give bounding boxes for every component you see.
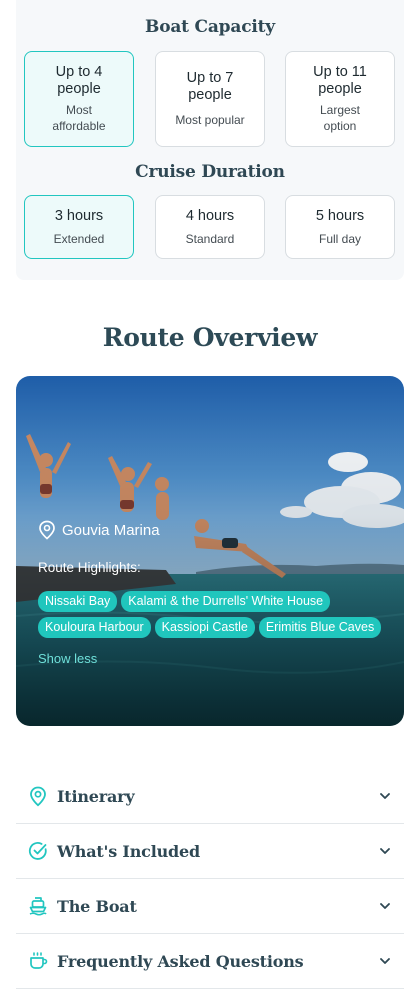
capacity-option-7[interactable]: Up to 7 people Most popular — [155, 51, 265, 147]
options-panel: Boat Capacity Up to 4 people Most afford… — [16, 0, 404, 280]
capacity-option-sub: Most affordable — [52, 103, 106, 133]
chevron-down-icon — [380, 958, 390, 964]
duration-option-main: 3 hours — [54, 207, 104, 224]
accordion-the-boat[interactable]: The Boat — [16, 879, 404, 934]
duration-option-sub: Full day — [318, 231, 362, 246]
highlight-chip: Kouloura Harbour — [38, 617, 151, 638]
capacity-option-main: Up to 7 people — [186, 70, 234, 103]
coffee-cup-icon — [27, 950, 49, 972]
duration-option-4h[interactable]: 4 hours Standard — [155, 195, 265, 259]
cruise-duration-title: Cruise Duration — [135, 162, 285, 182]
duration-option-main: 4 hours — [185, 207, 235, 224]
capacity-option-main: Up to 4 people — [55, 64, 103, 97]
show-less-link[interactable]: Show less — [38, 651, 97, 666]
map-pin-icon — [27, 785, 49, 807]
route-overlay: Gouvia Marina Route Highlights: Nissaki … — [38, 520, 388, 668]
check-circle-icon — [27, 840, 49, 862]
capacity-option-sub: Largest option — [319, 103, 361, 133]
duration-option-sub: Standard — [185, 231, 235, 246]
accordion-faq[interactable]: Frequently Asked Questions — [16, 934, 404, 989]
accordion-whats-included[interactable]: What's Included — [16, 824, 404, 879]
highlight-chip: Erimitis Blue Caves — [258, 617, 382, 638]
route-card: Gouvia Marina Route Highlights: Nissaki … — [16, 376, 404, 726]
chevron-down-icon — [380, 903, 390, 909]
ship-icon — [27, 895, 49, 917]
highlight-chip: Kassiopi Castle — [154, 617, 255, 638]
chevron-down-icon — [380, 793, 390, 799]
accordion-itinerary[interactable]: Itinerary — [16, 769, 404, 824]
capacity-option-4[interactable]: Up to 4 people Most affordable — [24, 51, 134, 147]
marina-name: Gouvia Marina — [62, 521, 160, 539]
accordion-label: Itinerary — [57, 786, 135, 806]
capacity-option-sub: Most popular — [175, 113, 245, 127]
accordion-label: The Boat — [57, 896, 137, 916]
route-highlights-label: Route Highlights: — [38, 560, 141, 575]
duration-option-3h[interactable]: 3 hours Extended — [24, 195, 134, 259]
highlight-chips: Nissaki Bay Kalami & the Durrells' White… — [38, 591, 388, 638]
duration-option-5h[interactable]: 5 hours Full day — [285, 195, 395, 259]
highlight-chip: Kalami & the Durrells' White House — [121, 591, 331, 612]
chevron-down-icon — [380, 848, 390, 854]
accordion-label: Frequently Asked Questions — [57, 951, 304, 971]
duration-option-sub: Extended — [53, 231, 105, 246]
boat-capacity-title: Boat Capacity — [145, 17, 275, 37]
capacity-option-main: Up to 11 people — [313, 64, 367, 97]
marina-row: Gouvia Marina — [38, 520, 388, 540]
highlight-chip: Nissaki Bay — [38, 591, 118, 612]
route-overview-title: Route Overview — [102, 323, 318, 352]
accordion-label: What's Included — [57, 841, 200, 861]
duration-option-main: 5 hours — [315, 207, 365, 224]
capacity-option-11[interactable]: Up to 11 people Largest option — [285, 51, 395, 147]
map-pin-icon — [38, 520, 56, 540]
